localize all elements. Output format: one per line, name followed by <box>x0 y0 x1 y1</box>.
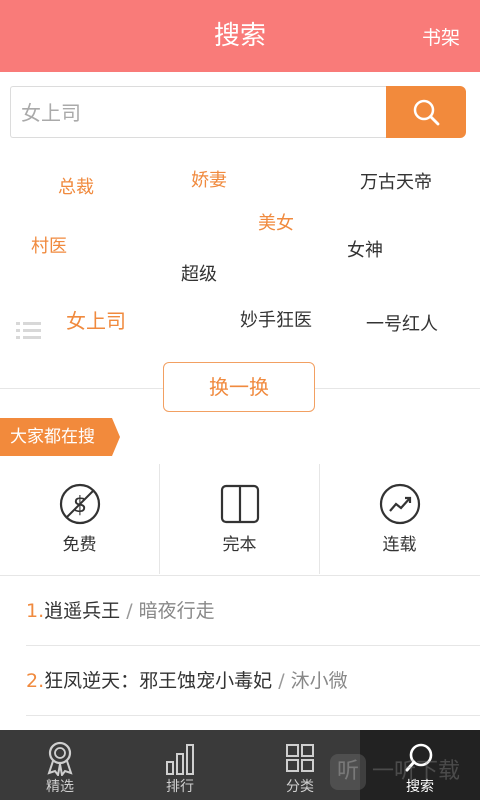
dollar-icon: $ <box>59 483 100 525</box>
category-label: 完本 <box>222 535 257 555</box>
tab-featured[interactable]: 精选 <box>0 730 120 800</box>
search-icon <box>413 99 440 126</box>
watermark-text: 一听下载 <box>372 759 461 784</box>
bookshelf-button[interactable]: 书架 <box>422 24 460 52</box>
book-title: 逍遥兵王 <box>44 600 121 622</box>
page-title: 搜索 <box>213 21 266 51</box>
tab-ranking[interactable]: 排行 <box>120 730 240 800</box>
book-author: 沐小微 <box>290 670 348 692</box>
rank-number: 2. <box>26 670 45 692</box>
hot-tag[interactable]: 妙手狂医 <box>240 309 312 333</box>
book-icon <box>220 484 259 524</box>
search-box[interactable] <box>10 86 386 138</box>
separator: / <box>120 600 139 622</box>
rank-number: 1. <box>26 600 45 622</box>
category-label: 连载 <box>382 535 417 555</box>
separator: / <box>272 670 291 692</box>
hot-tag[interactable]: 超级 <box>181 263 217 287</box>
book-title: 狂凤逆天：邪王蚀宠小毒妃 <box>44 670 273 692</box>
hot-tag[interactable]: 万古天帝 <box>360 171 432 195</box>
category-label: 免费 <box>62 535 97 555</box>
book-author: 暗夜行走 <box>138 600 215 622</box>
search-button[interactable] <box>386 86 466 138</box>
divider <box>0 575 480 576</box>
trend-icon <box>379 483 420 525</box>
hot-tag[interactable]: 一号红人 <box>366 313 438 337</box>
category-free[interactable]: $ 免费 <box>0 462 159 572</box>
hot-tag[interactable]: 村医 <box>31 235 67 259</box>
header-bar: 搜索 书架 <box>0 0 480 72</box>
grid-icon <box>286 744 314 772</box>
tab-label: 精选 <box>46 779 74 795</box>
search-input[interactable] <box>19 97 373 129</box>
ranking-item[interactable]: 2.狂凤逆天：邪王蚀宠小毒妃 / 沐小微 <box>26 666 466 696</box>
ribbon-icon <box>47 741 73 776</box>
list-icon <box>16 322 41 339</box>
svg-text:$: $ <box>73 493 87 518</box>
divider <box>26 645 480 646</box>
swap-button[interactable]: 换一换 <box>163 362 315 412</box>
category-finished[interactable]: 完本 <box>160 462 319 572</box>
watermark-logo: 听 <box>330 754 366 790</box>
divider <box>26 715 480 716</box>
hot-tag[interactable]: 美女 <box>258 212 294 236</box>
hot-tag[interactable]: 总裁 <box>58 176 94 200</box>
hot-tag[interactable]: 女神 <box>347 239 383 263</box>
tab-label: 排行 <box>166 779 194 795</box>
ranking-item[interactable]: 1.逍遥兵王 / 暗夜行走 <box>26 596 466 626</box>
hot-tag[interactable]: 娇妻 <box>191 169 227 193</box>
bar-chart-icon <box>166 744 194 775</box>
category-serial[interactable]: 连载 <box>320 462 479 572</box>
hot-tag[interactable]: 女上司 <box>66 309 126 333</box>
section-title: 大家都在搜 <box>0 418 120 456</box>
watermark: 听 一听下载 <box>330 752 480 792</box>
